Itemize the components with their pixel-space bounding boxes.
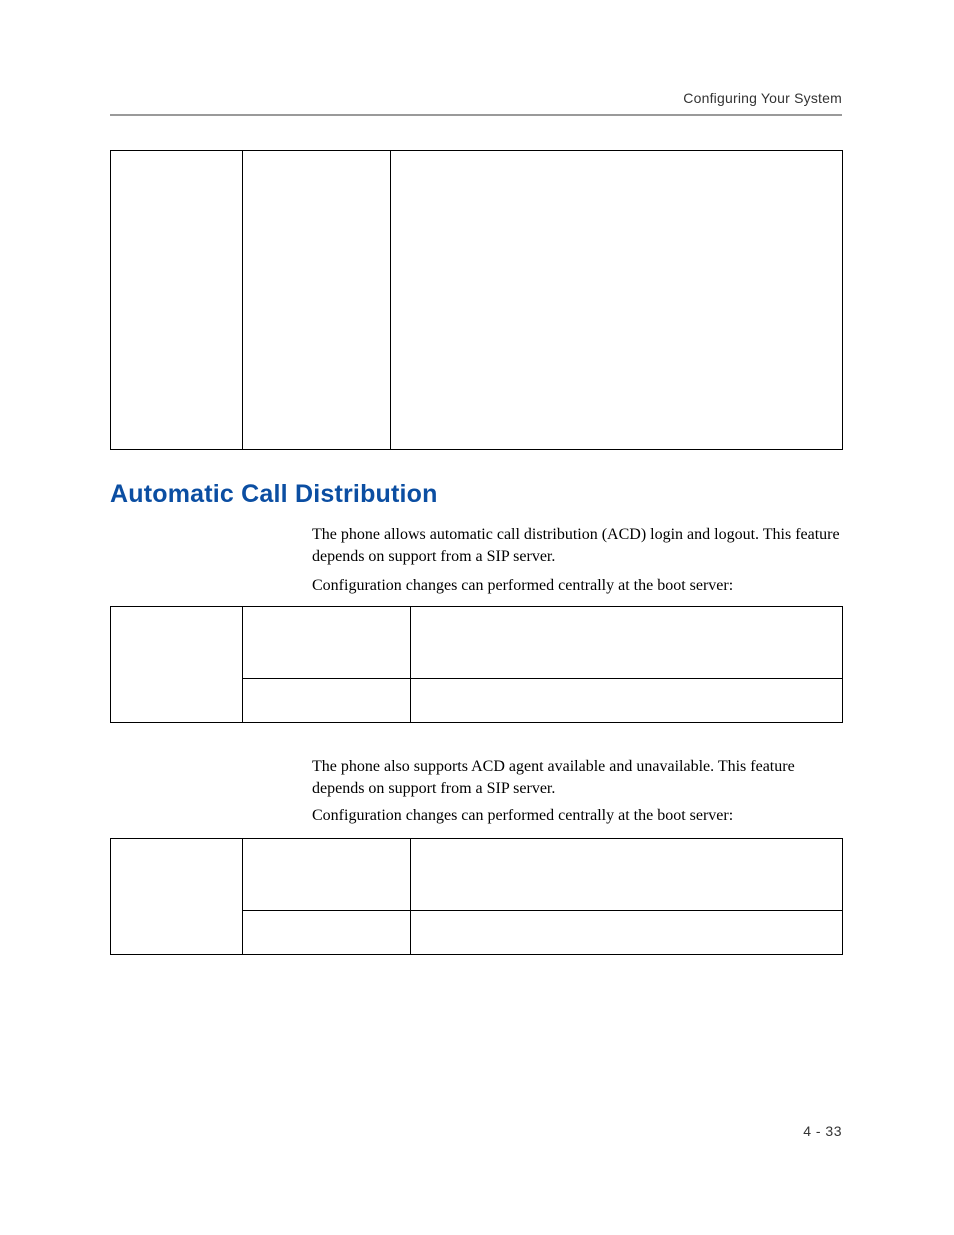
cell — [411, 607, 843, 679]
cell — [243, 679, 411, 723]
cell — [243, 607, 411, 679]
config-table-acd-login — [110, 606, 843, 723]
table-row — [111, 151, 843, 450]
cell — [111, 607, 243, 723]
paragraph: Configuration changes can performed cent… — [312, 805, 842, 827]
page-number: 4 - 33 — [803, 1123, 842, 1139]
cell — [391, 151, 843, 450]
cell — [411, 911, 843, 955]
header-rule — [110, 114, 842, 116]
cell — [111, 151, 243, 450]
table-row — [111, 839, 843, 911]
cell — [111, 839, 243, 955]
cell — [243, 839, 411, 911]
paragraph: The phone allows automatic call distribu… — [312, 524, 842, 567]
table-row — [111, 607, 843, 679]
section-title: Automatic Call Distribution — [110, 480, 438, 509]
cell — [411, 839, 843, 911]
paragraph: Configuration changes can performed cent… — [312, 575, 842, 597]
cell — [243, 151, 391, 450]
config-table-top — [110, 150, 843, 450]
running-head: Configuring Your System — [683, 90, 842, 106]
config-table-acd-avail — [110, 838, 843, 955]
paragraph: The phone also supports ACD agent availa… — [312, 756, 842, 799]
cell — [243, 911, 411, 955]
page: Configuring Your System Automatic Call D… — [0, 0, 954, 1235]
cell — [411, 679, 843, 723]
